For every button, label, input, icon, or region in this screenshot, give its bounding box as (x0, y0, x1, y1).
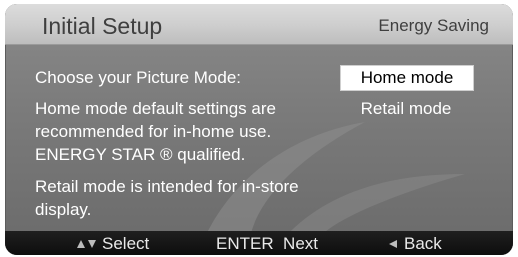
footer-select-hint: Select (77, 234, 149, 254)
left-arrow-icon (389, 240, 397, 248)
footer-hint-bar: Select ENTER Next Back (5, 231, 513, 255)
retail-mode-description: Retail mode is intended for in-store dis… (35, 175, 299, 221)
back-label: Back (404, 234, 442, 253)
home-mode-description: Home mode default settings are recommend… (35, 97, 276, 166)
footer-back-hint: Back (389, 234, 442, 254)
desc-line: display. (35, 200, 92, 219)
desc-line: Home mode default settings are (35, 99, 276, 118)
next-label: ENTER Next (216, 234, 319, 253)
down-arrow-icon (88, 240, 96, 248)
section-subtitle: Energy Saving (378, 16, 489, 35)
option-retail-mode[interactable]: Retail mode (340, 97, 472, 121)
header-bar: Initial Setup Energy Saving (5, 4, 513, 45)
desc-line: recommended for in-home use. (35, 122, 272, 141)
main-content: Choose your Picture Mode: Home mode defa… (5, 44, 513, 237)
picture-mode-prompt: Choose your Picture Mode: (35, 68, 241, 87)
initial-setup-dialog: Initial Setup Energy Saving Choose your … (5, 4, 513, 255)
desc-line: Retail mode is intended for in-store (35, 177, 299, 196)
desc-line: ENERGY STAR ® qualified. (35, 145, 246, 164)
dialog-title: Initial Setup (42, 13, 163, 39)
up-arrow-icon (77, 240, 85, 248)
footer-next-hint: ENTER Next (216, 234, 318, 254)
select-label: Select (102, 234, 150, 253)
option-home-mode[interactable]: Home mode (340, 65, 474, 91)
